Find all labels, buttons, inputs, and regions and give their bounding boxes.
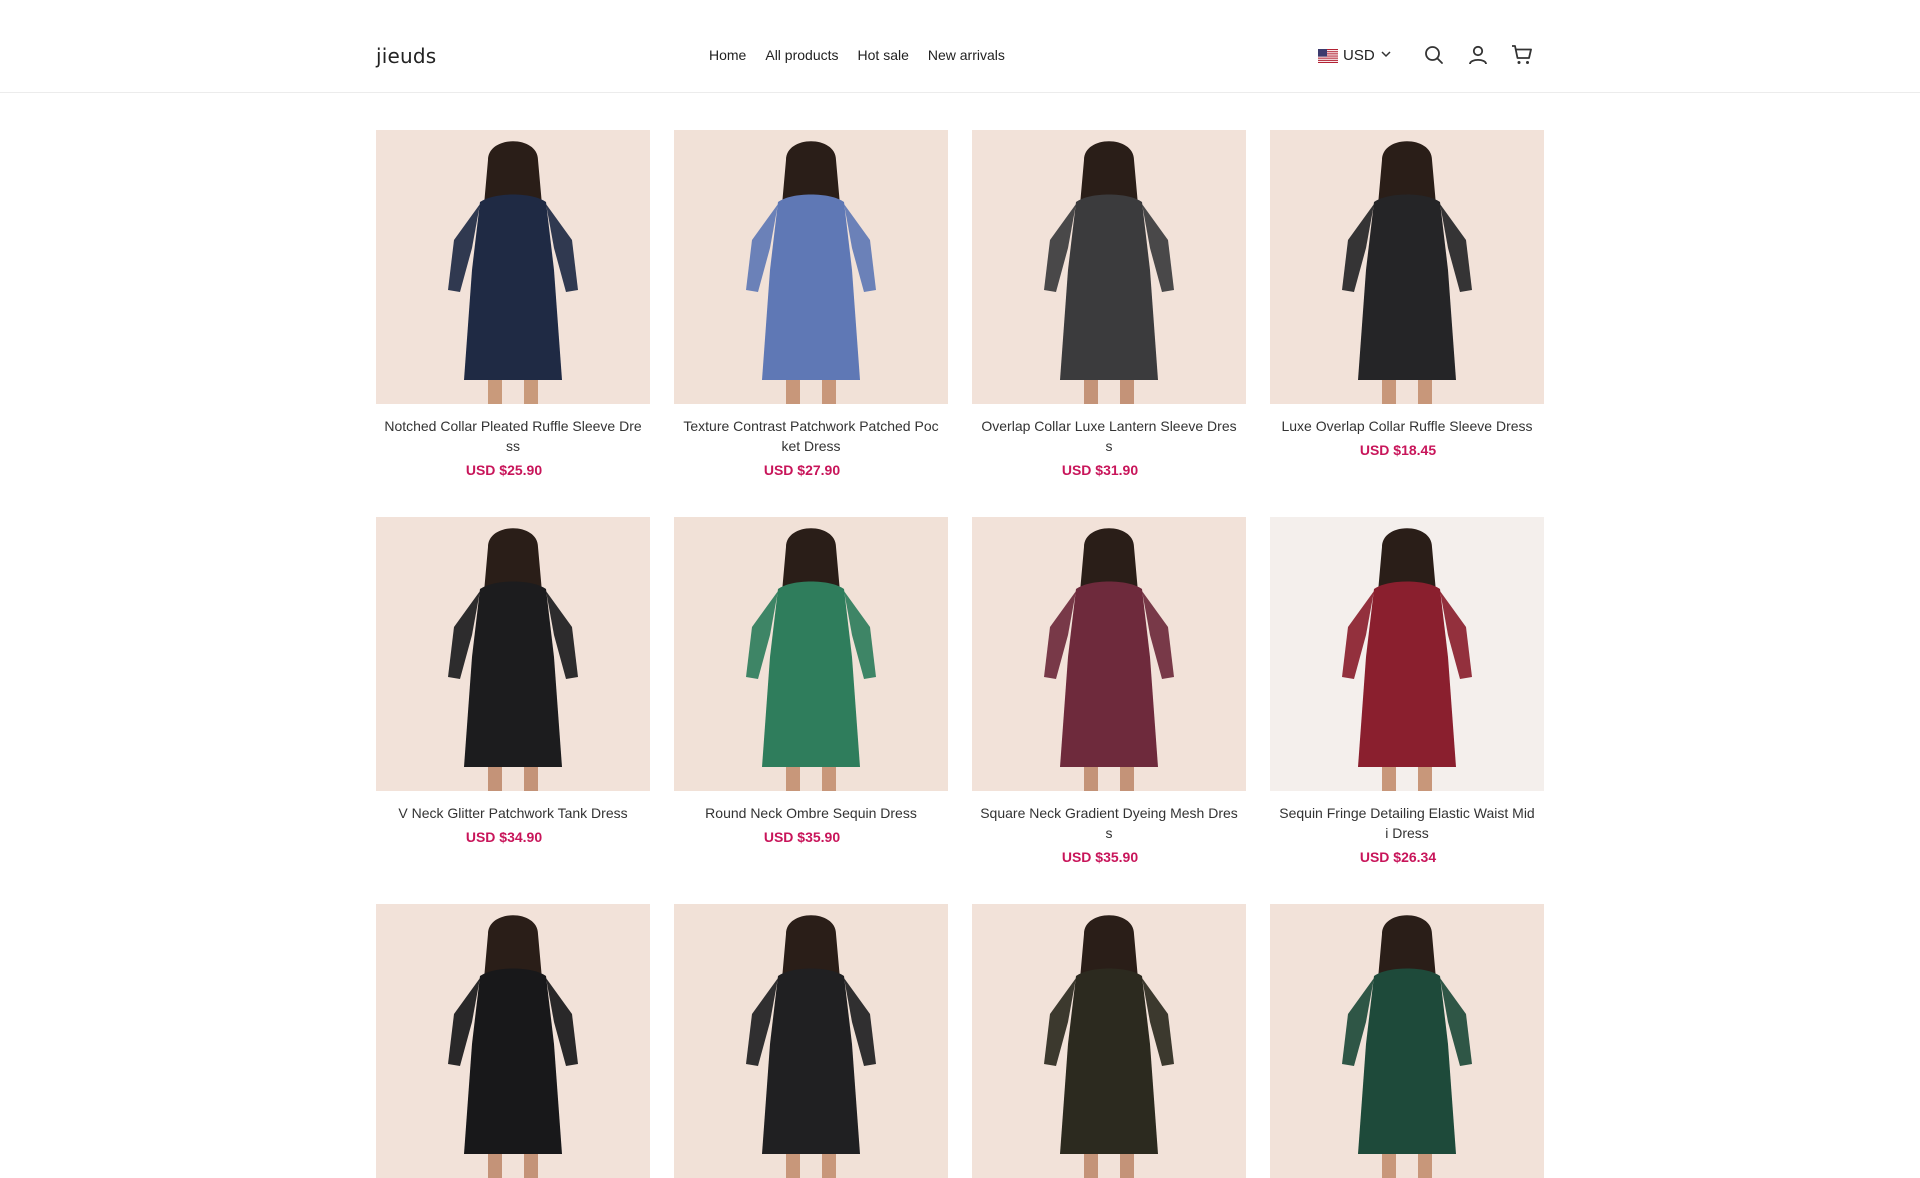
nav-hot-sale[interactable]: Hot sale bbox=[858, 47, 909, 63]
product-card[interactable]: Texture Contrast Patchwork Patched Pocke… bbox=[674, 130, 948, 478]
product-image[interactable] bbox=[972, 904, 1246, 1178]
product-card[interactable]: Luxe Overlap Collar Ruffle Sleeve Dress U… bbox=[1270, 130, 1544, 458]
product-image[interactable] bbox=[674, 904, 948, 1178]
product-image[interactable] bbox=[376, 517, 650, 791]
account-icon[interactable] bbox=[1466, 43, 1490, 67]
product-title[interactable]: V Neck Glitter Patchwork Tank Dress bbox=[376, 803, 650, 823]
product-image[interactable] bbox=[376, 130, 650, 404]
search-icon[interactable] bbox=[1422, 43, 1446, 67]
product-card[interactable]: Overlap Collar Luxe Lantern Sleeve Dress… bbox=[972, 130, 1246, 478]
product-price: USD $25.90 bbox=[465, 462, 543, 478]
product-card[interactable]: Notched Collar Pleated Ruffle Sleeve Dre… bbox=[376, 130, 650, 478]
nav-all-products[interactable]: All products bbox=[765, 47, 838, 63]
product-image[interactable] bbox=[972, 130, 1246, 404]
product-image[interactable] bbox=[674, 517, 948, 791]
site-header: jieuds Home All products Hot sale New ar… bbox=[0, 0, 1920, 93]
product-title[interactable]: Texture Contrast Patchwork Patched Pocke… bbox=[674, 416, 948, 456]
nav-home[interactable]: Home bbox=[709, 47, 746, 63]
product-card[interactable] bbox=[674, 904, 948, 1178]
us-flag-icon bbox=[1318, 48, 1338, 63]
store-logo[interactable]: jieuds bbox=[376, 44, 436, 68]
product-image[interactable] bbox=[1270, 904, 1544, 1178]
product-card[interactable] bbox=[376, 904, 650, 1178]
product-price: USD $31.90 bbox=[1061, 462, 1139, 478]
product-price: USD $35.90 bbox=[1061, 849, 1139, 865]
product-title[interactable]: Luxe Overlap Collar Ruffle Sleeve Dress bbox=[1270, 416, 1544, 436]
product-image[interactable] bbox=[972, 517, 1246, 791]
product-image[interactable] bbox=[1270, 130, 1544, 404]
product-card[interactable]: Square Neck Gradient Dyeing Mesh Dress US… bbox=[972, 517, 1246, 865]
product-title[interactable]: Notched Collar Pleated Ruffle Sleeve Dre… bbox=[376, 416, 650, 456]
main-navigation: Home All products Hot sale New arrivals bbox=[709, 47, 1005, 63]
product-price: USD $18.45 bbox=[1359, 442, 1437, 458]
product-price: USD $35.90 bbox=[763, 829, 841, 845]
product-price: USD $26.34 bbox=[1359, 849, 1437, 865]
product-title[interactable]: Sequin Fringe Detailing Elastic Waist Mi… bbox=[1270, 803, 1544, 843]
product-card[interactable] bbox=[972, 904, 1246, 1178]
nav-new-arrivals[interactable]: New arrivals bbox=[928, 47, 1005, 63]
product-card[interactable]: Round Neck Ombre Sequin Dress USD $35.90 bbox=[674, 517, 948, 845]
product-price: USD $27.90 bbox=[763, 462, 841, 478]
currency-label: USD bbox=[1343, 47, 1375, 64]
cart-icon[interactable] bbox=[1510, 43, 1534, 67]
product-price: USD $34.90 bbox=[465, 829, 543, 845]
currency-selector[interactable]: USD bbox=[1318, 47, 1392, 64]
product-title[interactable]: Round Neck Ombre Sequin Dress bbox=[674, 803, 948, 823]
product-card[interactable]: Sequin Fringe Detailing Elastic Waist Mi… bbox=[1270, 517, 1544, 865]
product-card[interactable]: V Neck Glitter Patchwork Tank Dress USD $… bbox=[376, 517, 650, 845]
product-image[interactable] bbox=[1270, 517, 1544, 791]
product-title[interactable]: Square Neck Gradient Dyeing Mesh Dress bbox=[972, 803, 1246, 843]
chevron-down-icon bbox=[1380, 47, 1392, 64]
product-card[interactable] bbox=[1270, 904, 1544, 1178]
product-image[interactable] bbox=[376, 904, 650, 1178]
product-image[interactable] bbox=[674, 130, 948, 404]
product-title[interactable]: Overlap Collar Luxe Lantern Sleeve Dress bbox=[972, 416, 1246, 456]
